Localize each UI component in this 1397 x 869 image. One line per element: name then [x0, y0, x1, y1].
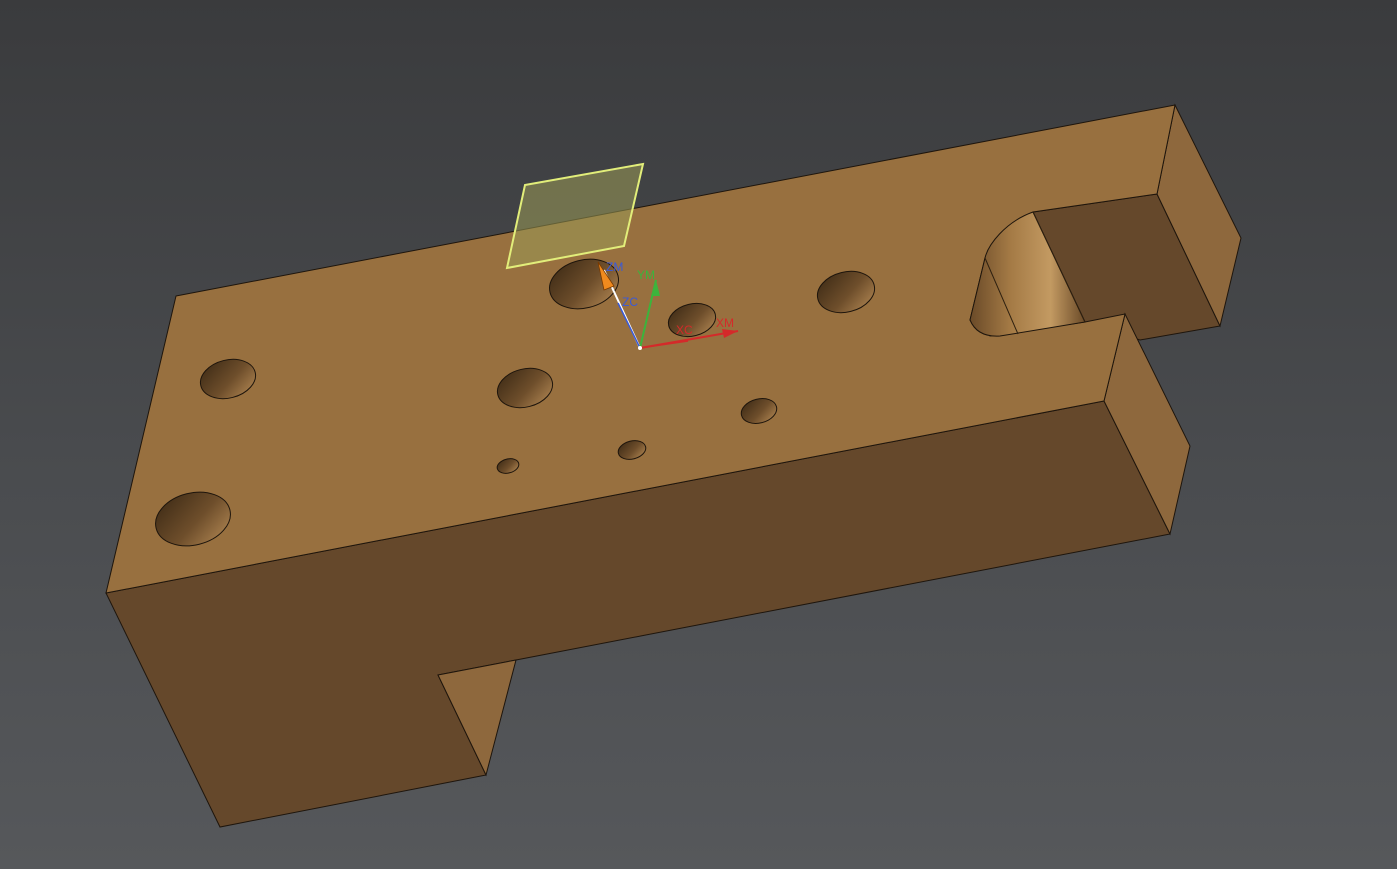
xc-label: XC: [676, 323, 693, 337]
part-body[interactable]: [105, 103, 1242, 828]
zm-label: ZM: [606, 260, 623, 274]
csys-origin-icon[interactable]: [638, 346, 642, 350]
xm-label: XM: [716, 316, 734, 330]
graphics-viewport[interactable]: ZM ZC YM XC XM: [0, 0, 1397, 869]
zc-label: ZC: [622, 295, 638, 309]
ym-label: YM: [637, 268, 655, 282]
model-canvas[interactable]: ZM ZC YM XC XM: [0, 0, 1397, 869]
